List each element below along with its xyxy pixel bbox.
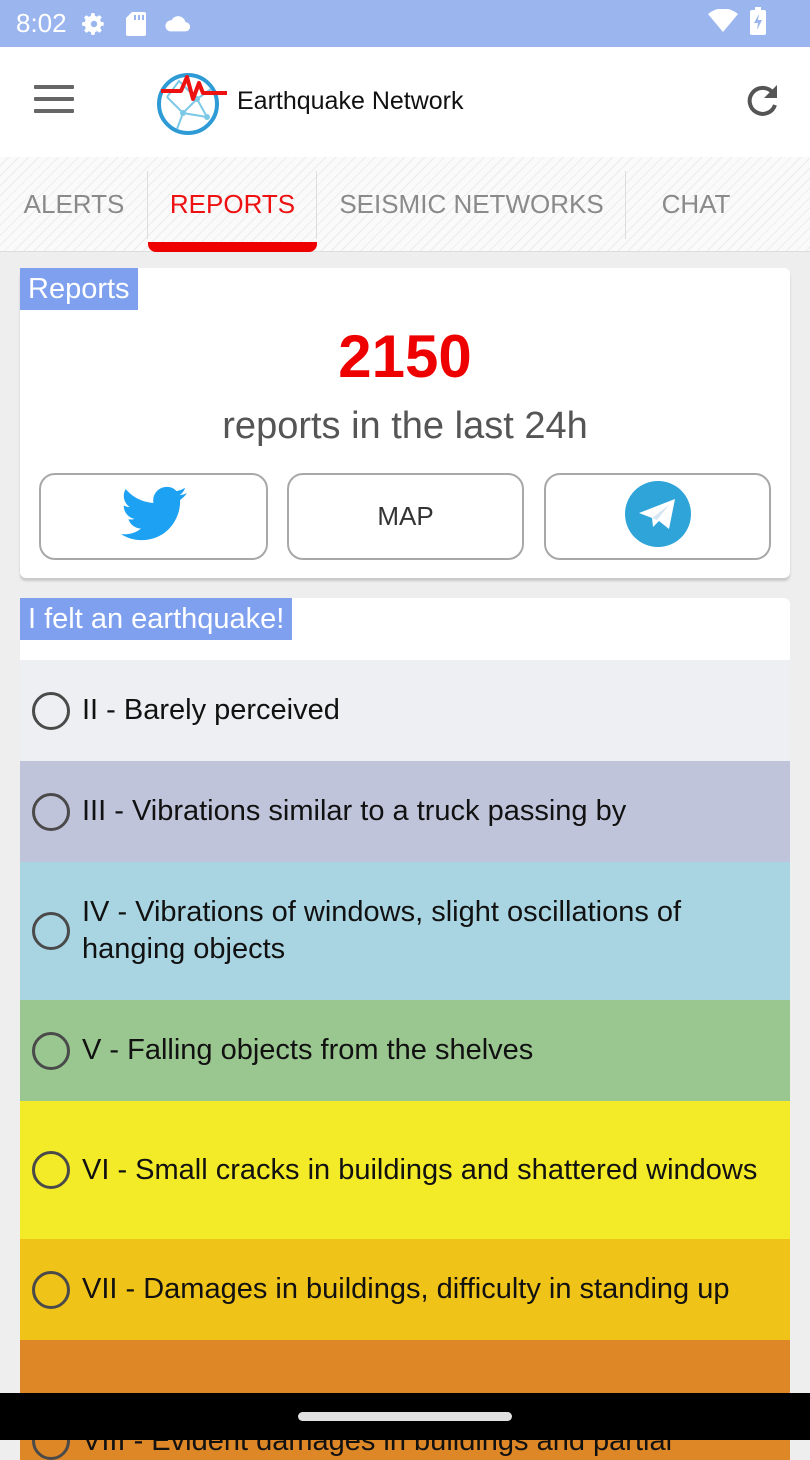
status-time: 8:02: [16, 8, 67, 38]
sd-card-icon: [123, 11, 149, 37]
intensity-option-label: VI - Small cracks in buildings and shatt…: [82, 1153, 758, 1186]
intensity-option-label: II - Barely perceived: [82, 694, 340, 726]
wifi-icon: [708, 8, 738, 38]
reports-count-subtitle: reports in the last 24h: [222, 405, 588, 447]
radio-button[interactable]: [32, 912, 70, 950]
gear-icon: [81, 11, 107, 37]
tab-alerts[interactable]: ALERTS: [0, 157, 148, 252]
status-bar: 8:02: [0, 0, 810, 47]
intensity-option-vi[interactable]: VI - Small cracks in buildings and shatt…: [20, 1101, 790, 1239]
tab-label: CHAT: [661, 189, 731, 219]
intensity-option-vii[interactable]: VII - Damages in buildings, difficulty i…: [20, 1239, 790, 1340]
map-button[interactable]: MAP: [287, 473, 524, 560]
hamburger-menu-icon[interactable]: [34, 85, 74, 117]
radio-button[interactable]: [32, 1151, 70, 1189]
intensity-option-iv[interactable]: IV - Vibrations of windows, slight oscil…: [20, 862, 790, 1000]
intensity-option-v[interactable]: V - Falling objects from the shelves: [20, 1000, 790, 1101]
felt-earthquake-card: I felt an earthquake!: [20, 598, 790, 660]
app-logo-icon: [155, 69, 229, 135]
system-nav-bar: [0, 1393, 810, 1440]
twitter-button[interactable]: [39, 473, 268, 560]
twitter-icon: [120, 486, 187, 547]
battery-charging-icon: [750, 7, 766, 40]
intensity-option-label: IV - Vibrations of windows, slight oscil…: [82, 896, 682, 965]
reports-card-label: Reports: [20, 268, 138, 310]
intensity-option-iii[interactable]: III - Vibrations similar to a truck pass…: [20, 761, 790, 862]
active-tab-indicator: [148, 242, 317, 252]
intensity-option-label: III - Vibrations similar to a truck pass…: [82, 795, 627, 827]
cloud-icon: [165, 11, 191, 37]
telegram-icon: [624, 480, 692, 553]
intensity-option-ii[interactable]: II - Barely perceived: [20, 660, 790, 761]
tab-seismic-networks[interactable]: SEISMIC NETWORKS: [317, 157, 626, 252]
reports-count: 2150: [338, 323, 472, 390]
refresh-icon[interactable]: [742, 81, 782, 121]
radio-button[interactable]: [32, 1270, 70, 1309]
tab-bar: ALERTS REPORTS SEISMIC NETWORKS CHAT: [0, 157, 810, 252]
radio-button[interactable]: [32, 1031, 70, 1070]
tab-chat[interactable]: CHAT: [626, 157, 766, 252]
telegram-button[interactable]: [544, 473, 771, 560]
tab-label: ALERTS: [23, 189, 125, 219]
home-gesture-handle[interactable]: [298, 1412, 512, 1421]
tab-reports[interactable]: REPORTS: [148, 157, 317, 252]
intensity-option-label: V - Falling objects from the shelves: [82, 1034, 534, 1066]
radio-button[interactable]: [32, 792, 70, 831]
app-title: Earthquake Network: [237, 87, 464, 115]
intensity-option-list: II - Barely perceived III - Vibrations s…: [20, 660, 790, 1460]
app-bar: Earthquake Network: [0, 47, 810, 157]
felt-earthquake-label: I felt an earthquake!: [20, 598, 293, 640]
tab-label: REPORTS: [169, 189, 296, 219]
radio-button[interactable]: [32, 691, 70, 730]
tab-label: SEISMIC NETWORKS: [339, 189, 604, 219]
intensity-option-label: VII - Damages in buildings, difficulty i…: [82, 1273, 730, 1305]
map-button-label: MAP: [377, 501, 434, 531]
